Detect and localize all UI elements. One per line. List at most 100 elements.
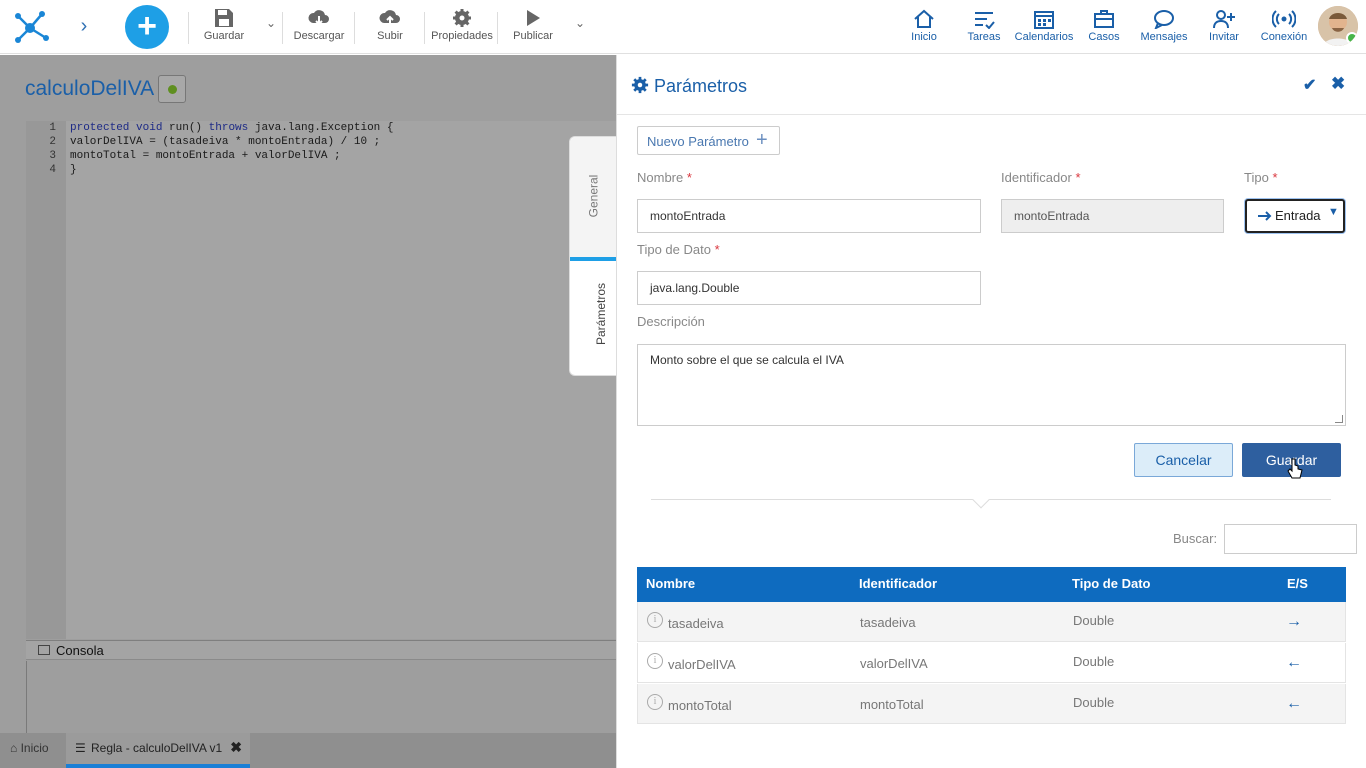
download-label: Descargar — [293, 30, 345, 42]
table-row[interactable]: i valorDelIVA valorDelIVA Double ← — [637, 643, 1346, 683]
cell-identifier: tasadeiva — [860, 615, 916, 630]
nav-invite-label: Invitar — [1209, 31, 1239, 43]
app-logo-icon[interactable] — [12, 8, 52, 46]
type-select-value: Entrada — [1275, 208, 1321, 223]
column-header-name[interactable]: Nombre — [646, 576, 695, 591]
broadcast-icon — [1272, 10, 1296, 28]
name-field[interactable]: montoEntrada — [637, 199, 981, 233]
upload-button[interactable]: Subir — [372, 8, 408, 48]
nav-invite[interactable]: Invitar — [1206, 9, 1242, 49]
download-button[interactable]: Descargar — [292, 8, 346, 48]
column-header-data-type[interactable]: Tipo de Dato — [1072, 576, 1150, 591]
new-parameter-button[interactable]: Nuevo Parámetro + — [637, 126, 780, 155]
nav-cases-label: Casos — [1088, 31, 1120, 43]
nav-tasks[interactable]: Tareas — [964, 9, 1004, 49]
tab-home-label: Inicio — [20, 741, 49, 755]
line-number: 4 — [49, 164, 56, 176]
top-toolbar: › + Guardar ⌄ Descargar Subir Propiedade… — [0, 0, 1366, 54]
info-icon[interactable]: i — [647, 612, 663, 628]
line-number: 3 — [49, 150, 56, 162]
rule-title: calculoDelIVA — [25, 77, 155, 100]
divider-notch — [972, 491, 990, 509]
tab-parameters[interactable]: Parámetros — [570, 257, 617, 375]
console-header[interactable]: Consola — [26, 640, 616, 660]
nav-connection-label: Conexión — [1260, 31, 1308, 43]
required-mark: * — [686, 170, 692, 185]
document-tabs: ⌂ Inicio ☰ Regla - calculoDelIVA v1 ✖ — [0, 733, 616, 768]
properties-button[interactable]: Propiedades — [430, 8, 494, 48]
online-status-indicator — [1346, 32, 1358, 44]
search-input[interactable] — [1224, 524, 1357, 554]
calendar-icon — [1034, 11, 1054, 29]
gear-icon — [453, 9, 471, 27]
console-label: Consola — [56, 643, 104, 658]
cell-name: montoTotal — [668, 698, 732, 713]
cell-name: valorDelIVA — [668, 657, 736, 672]
save-toolbar-button[interactable]: Guardar — [198, 8, 250, 48]
data-type-field[interactable]: java.lang.Double — [637, 271, 981, 305]
line-number: 2 — [49, 136, 56, 148]
tab-rule-label: Regla - calculoDelIVA v1 — [91, 741, 223, 755]
line-number: 1 — [49, 122, 56, 134]
data-type-label: Tipo de Dato * — [637, 242, 720, 257]
nav-tasks-label: Tareas — [967, 31, 1001, 43]
nav-messages[interactable]: Mensajes — [1138, 9, 1190, 49]
description-textarea[interactable]: Monto sobre el que se calcula el IVA — [637, 344, 1346, 426]
nav-cases[interactable]: Casos — [1086, 9, 1122, 49]
column-header-identifier[interactable]: Identificador — [859, 576, 937, 591]
info-icon[interactable]: i — [647, 694, 663, 710]
chevron-right-icon[interactable]: › — [74, 14, 94, 38]
identifier-field[interactable]: montoEntrada — [1001, 199, 1224, 233]
table-row[interactable]: i montoTotal montoTotal Double ← — [637, 684, 1346, 724]
table-header: Nombre Identificador Tipo de Dato E/S — [637, 567, 1346, 602]
code-text: montoTotal = montoEntrada + valorDelIVA … — [70, 150, 341, 162]
tab-rule-active[interactable]: ☰ Regla - calculoDelIVA v1 ✖ — [66, 733, 250, 768]
nav-calendars[interactable]: Calendarios — [1014, 9, 1074, 49]
list-icon: ☰ — [75, 741, 86, 755]
publish-dropdown-chevron-icon[interactable]: ⌄ — [575, 16, 585, 30]
user-avatar[interactable] — [1318, 6, 1358, 46]
nav-home[interactable]: Inicio — [906, 9, 942, 49]
code-keyword: throws — [208, 122, 249, 134]
new-parameter-label: Nuevo Parámetro — [647, 134, 749, 149]
table-row[interactable]: i tasadeiva tasadeiva Double → — [637, 602, 1346, 642]
publish-label: Publicar — [513, 30, 553, 42]
cancel-button[interactable]: Cancelar — [1134, 443, 1233, 477]
section-divider — [651, 499, 1331, 500]
code-text: run() — [162, 122, 209, 134]
cell-identifier: montoTotal — [860, 697, 924, 712]
type-select[interactable]: Entrada ▼ — [1245, 199, 1345, 233]
arrow-right-icon — [1258, 211, 1272, 221]
column-header-io[interactable]: E/S — [1287, 576, 1308, 591]
code-text: java.lang.Exception { — [248, 122, 394, 134]
confirm-check-icon[interactable]: ✔ — [1303, 75, 1316, 95]
close-tab-icon[interactable]: ✖ — [230, 739, 242, 756]
required-mark: * — [1272, 170, 1278, 185]
search-label: Buscar: — [1173, 531, 1218, 546]
caret-down-icon: ▼ — [1328, 206, 1339, 218]
arrow-left-icon: ← — [1286, 654, 1302, 671]
required-mark: * — [714, 242, 720, 257]
cloud-upload-icon — [379, 10, 400, 25]
save-dropdown-chevron-icon[interactable]: ⌄ — [266, 16, 276, 30]
toolbar-divider — [188, 12, 189, 44]
add-user-icon — [1213, 10, 1235, 29]
info-icon[interactable]: i — [647, 653, 663, 669]
new-item-button[interactable]: + — [125, 5, 169, 49]
nav-connection[interactable]: Conexión — [1258, 9, 1310, 49]
status-indicator-button[interactable] — [158, 75, 186, 103]
tab-parameters-label: Parámetros — [594, 282, 609, 346]
publish-button[interactable]: Publicar — [510, 8, 556, 48]
arrow-left-icon: ← — [1286, 695, 1302, 712]
cell-data-type: Double — [1073, 695, 1115, 710]
code-editor[interactable]: 1 protected void run() throws java.lang.… — [26, 121, 616, 639]
save-toolbar-label: Guardar — [203, 30, 245, 42]
code-text: } — [70, 164, 77, 176]
resize-handle[interactable] — [1335, 415, 1343, 423]
toolbar-divider — [354, 12, 355, 44]
tab-home[interactable]: ⌂ Inicio — [10, 741, 49, 755]
close-panel-icon[interactable]: ✖ — [1331, 74, 1345, 94]
nav-messages-label: Mensajes — [1140, 31, 1188, 43]
tab-general[interactable]: General — [570, 137, 617, 257]
line-number-gutter — [26, 121, 66, 639]
